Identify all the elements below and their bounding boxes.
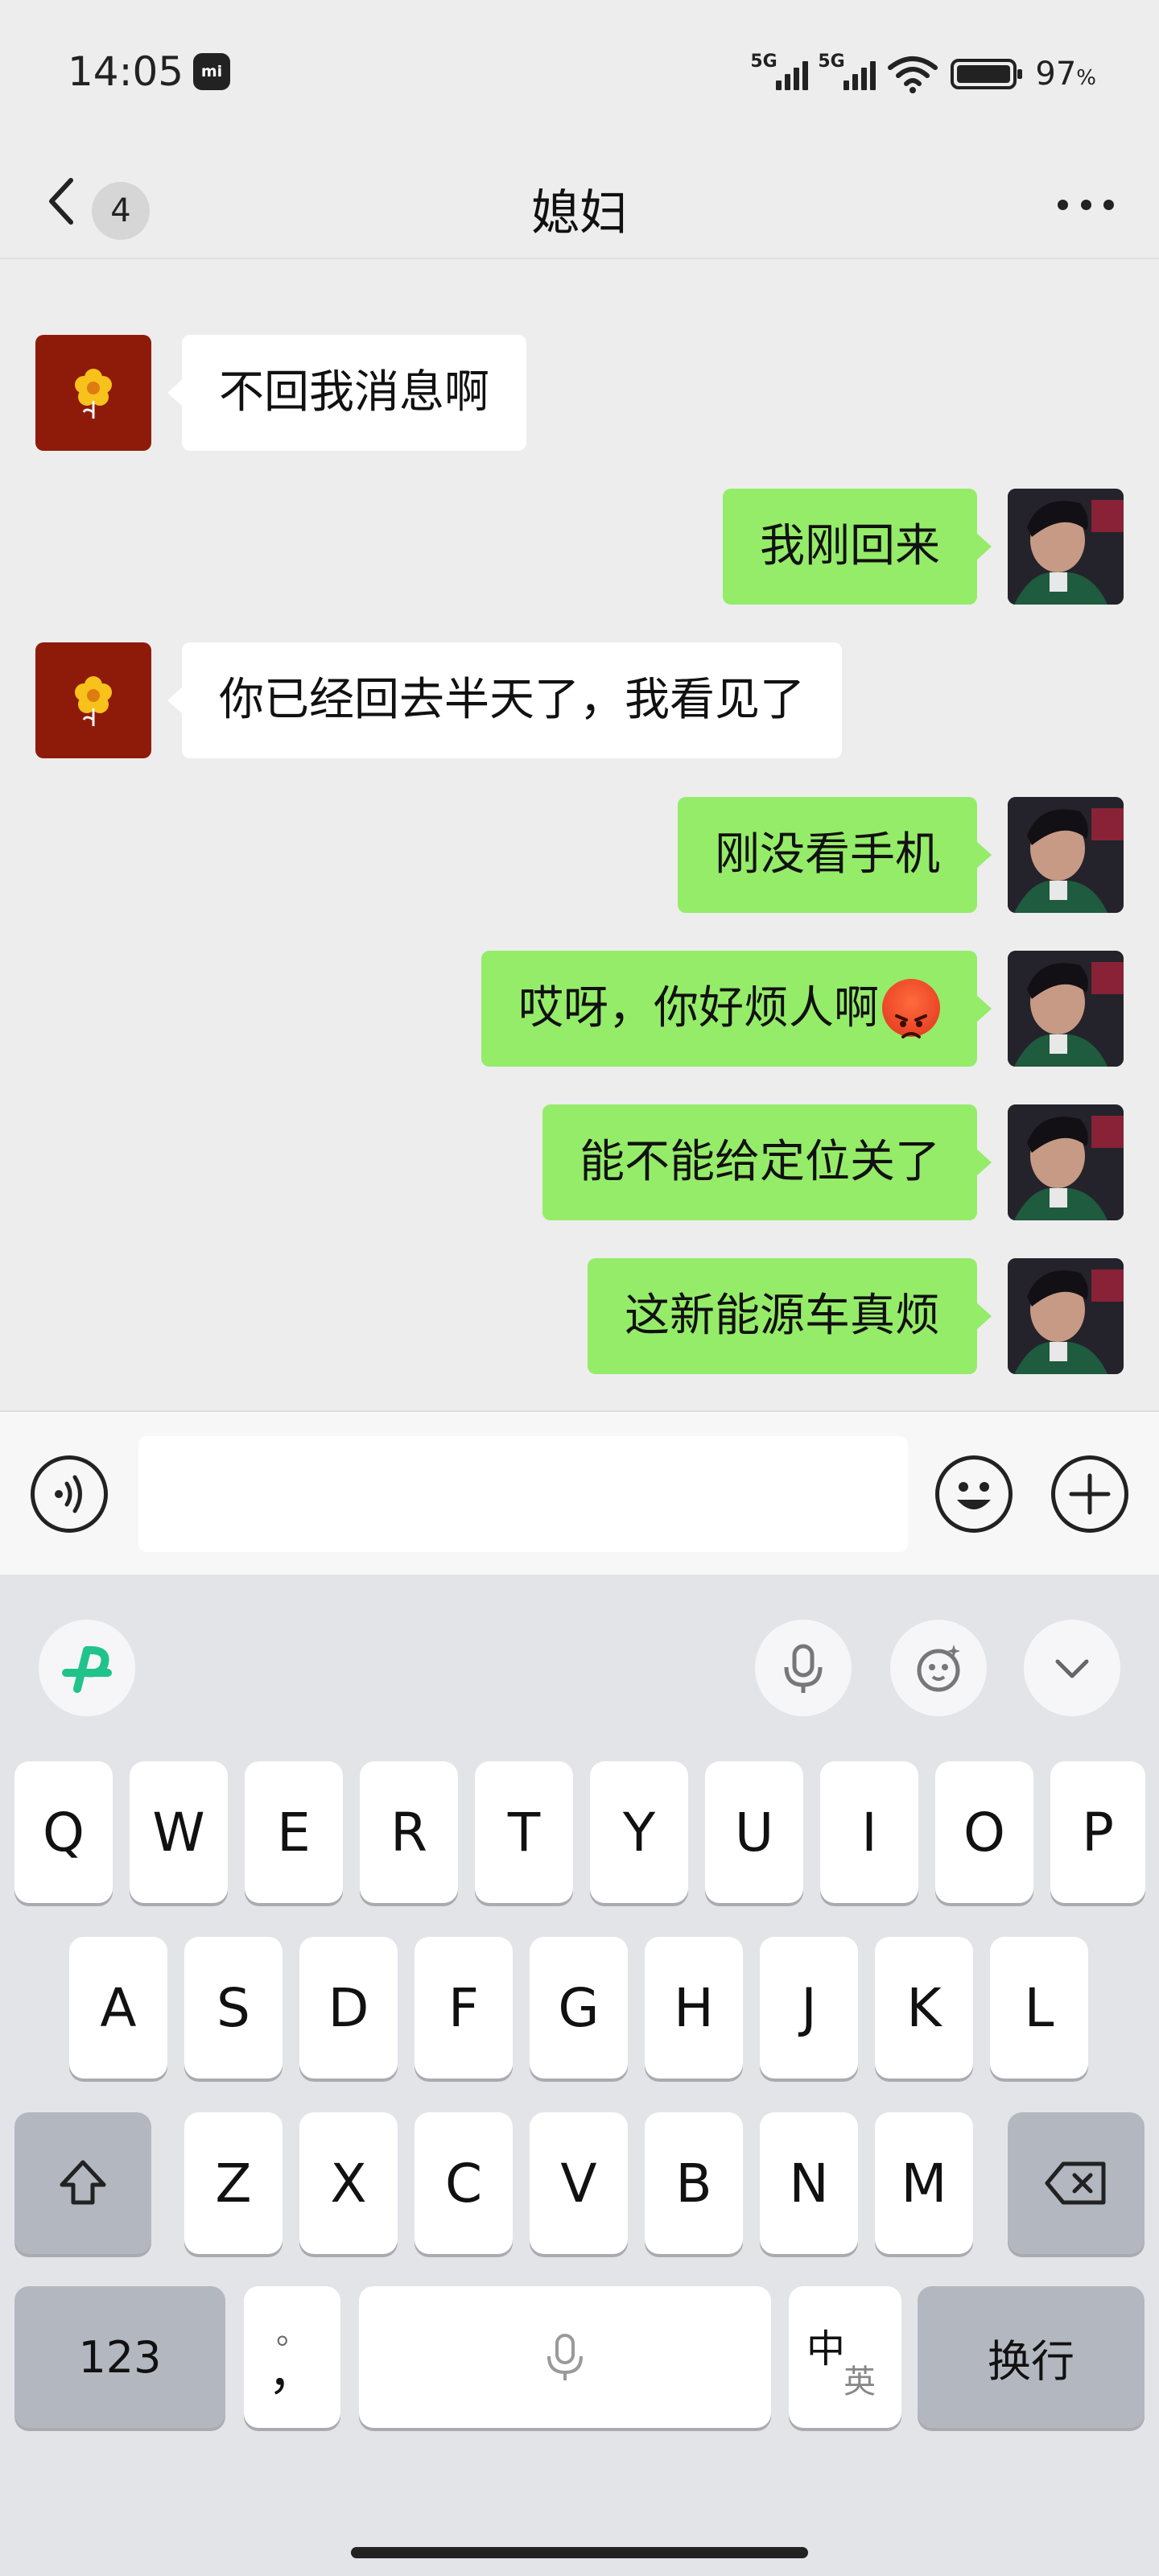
message-bubble[interactable]: 不回我消息啊 bbox=[167, 335, 526, 451]
message-list[interactable]: 不回我消息啊 我刚回来 你已经回去半天了，我看见了 刚没看手机 哎呀，你好烦人啊… bbox=[0, 258, 1159, 1409]
message-sent: 我刚回来 bbox=[0, 489, 1159, 606]
key-k[interactable]: K bbox=[875, 1937, 973, 2079]
message-received: 你已经回去半天了，我看见了 bbox=[0, 642, 1159, 760]
person-photo-icon bbox=[1008, 1104, 1124, 1220]
person-photo-icon bbox=[1008, 797, 1124, 913]
punct-top: 。 bbox=[276, 2314, 308, 2351]
key-y[interactable]: Y bbox=[590, 1761, 688, 1903]
message-text: 哎呀，你好烦人啊 bbox=[518, 982, 879, 1034]
key-h[interactable]: H bbox=[645, 1937, 743, 2079]
message-bubble[interactable]: 这新能源车真烦 bbox=[588, 1258, 992, 1374]
add-icon[interactable] bbox=[1051, 1455, 1128, 1533]
message-input[interactable] bbox=[138, 1436, 908, 1552]
more-icon[interactable] bbox=[1058, 180, 1114, 229]
key-l[interactable]: L bbox=[990, 1937, 1088, 2079]
key-q[interactable]: Q bbox=[14, 1761, 113, 1903]
shift-icon bbox=[60, 2160, 106, 2205]
emoji-icon[interactable] bbox=[935, 1455, 1013, 1533]
battery-percent-value: 97 bbox=[1035, 56, 1077, 93]
enter-key[interactable]: 换行 bbox=[918, 2286, 1145, 2428]
person-photo-icon bbox=[1008, 489, 1124, 605]
signal-label: 5G bbox=[750, 52, 777, 72]
lang-zh-label: 中 bbox=[806, 2326, 846, 2372]
contact-avatar[interactable] bbox=[35, 642, 151, 758]
battery-percent-unit: % bbox=[1076, 66, 1096, 90]
signal-5g-1-icon: 5G bbox=[750, 52, 809, 90]
key-s[interactable]: S bbox=[184, 1937, 283, 2079]
ime-logo-icon[interactable] bbox=[39, 1620, 135, 1716]
key-b[interactable]: B bbox=[645, 2112, 743, 2254]
my-avatar[interactable] bbox=[1008, 1258, 1124, 1374]
key-m[interactable]: M bbox=[875, 2112, 973, 2254]
key-r[interactable]: R bbox=[360, 1761, 458, 1903]
home-indicator[interactable] bbox=[351, 2547, 808, 2558]
key-a[interactable]: A bbox=[69, 1937, 167, 2079]
backspace-key[interactable] bbox=[1008, 2112, 1145, 2254]
message-received: 不回我消息啊 bbox=[0, 335, 1159, 452]
key-u[interactable]: U bbox=[705, 1761, 803, 1903]
key-o[interactable]: O bbox=[935, 1761, 1033, 1903]
message-bubble[interactable]: 你已经回去半天了，我看见了 bbox=[167, 642, 842, 758]
my-avatar[interactable] bbox=[1008, 951, 1124, 1067]
keyboard: Q W E R T Y U I O P A S D F G H J K L Z … bbox=[0, 1575, 1159, 2576]
wifi-icon bbox=[888, 56, 938, 93]
status-time: 14:05 bbox=[68, 48, 184, 95]
input-bar bbox=[0, 1410, 1159, 1576]
person-photo-icon bbox=[1008, 1258, 1124, 1374]
message-sent: 这新能源车真烦 bbox=[0, 1258, 1159, 1376]
my-avatar[interactable] bbox=[1008, 489, 1124, 605]
key-x[interactable]: X bbox=[299, 2112, 398, 2254]
flower-icon bbox=[75, 369, 112, 419]
voice-icon[interactable] bbox=[31, 1455, 108, 1533]
flower-icon bbox=[75, 676, 112, 726]
punct-bottom: ， bbox=[268, 2345, 316, 2401]
chat-title: 媳妇 bbox=[531, 185, 628, 242]
contact-avatar[interactable] bbox=[35, 335, 151, 451]
signal-label: 5G bbox=[818, 52, 845, 72]
battery-percent: 97% bbox=[1035, 56, 1096, 93]
my-avatar[interactable] bbox=[1008, 797, 1124, 913]
lang-en-label: 英 bbox=[843, 2363, 876, 2401]
my-avatar[interactable] bbox=[1008, 1104, 1124, 1220]
key-p[interactable]: P bbox=[1050, 1761, 1145, 1903]
key-f[interactable]: F bbox=[415, 1937, 513, 2079]
message-bubble[interactable]: 哎呀，你好烦人啊 bbox=[481, 951, 992, 1067]
sticker-icon[interactable] bbox=[890, 1620, 987, 1716]
signal-5g-2-icon: 5G bbox=[818, 52, 876, 90]
message-bubble[interactable]: 能不能给定位关了 bbox=[542, 1104, 992, 1220]
chat-header: 4 媳妇 bbox=[0, 145, 1159, 259]
space-mic-icon bbox=[547, 2334, 583, 2380]
key-c[interactable]: C bbox=[415, 2112, 513, 2254]
message-sent: 刚没看手机 bbox=[0, 797, 1159, 914]
message-bubble[interactable]: 刚没看手机 bbox=[678, 797, 992, 913]
punctuation-key[interactable]: 。 ， bbox=[244, 2286, 340, 2428]
status-icons: 5G 5G 97% bbox=[750, 50, 1096, 98]
collapse-icon[interactable] bbox=[1024, 1620, 1120, 1716]
key-j[interactable]: J bbox=[760, 1937, 858, 2079]
key-z[interactable]: Z bbox=[184, 2112, 283, 2254]
key-e[interactable]: E bbox=[245, 1761, 343, 1903]
message-bubble[interactable]: 我刚回来 bbox=[723, 489, 992, 605]
backspace-icon bbox=[1045, 2161, 1106, 2205]
mic-icon[interactable] bbox=[755, 1620, 852, 1716]
shift-key[interactable] bbox=[14, 2112, 151, 2254]
angry-face-emoji-icon bbox=[882, 978, 940, 1038]
key-d[interactable]: D bbox=[299, 1937, 398, 2079]
battery-icon bbox=[951, 59, 1023, 89]
space-key[interactable] bbox=[359, 2286, 771, 2428]
key-n[interactable]: N bbox=[760, 2112, 858, 2254]
key-v[interactable]: V bbox=[530, 2112, 628, 2254]
person-photo-icon bbox=[1008, 951, 1124, 1067]
keyboard-toolbar bbox=[0, 1575, 1159, 1728]
key-g[interactable]: G bbox=[530, 1937, 628, 2079]
key-t[interactable]: T bbox=[475, 1761, 573, 1903]
mi-notification-icon: mi bbox=[193, 53, 230, 90]
message-sent: 能不能给定位关了 bbox=[0, 1104, 1159, 1222]
numbers-key[interactable]: 123 bbox=[14, 2286, 225, 2428]
language-switch-key[interactable]: 中 英 bbox=[789, 2286, 901, 2428]
key-w[interactable]: W bbox=[130, 1761, 228, 1903]
key-i[interactable]: I bbox=[820, 1761, 918, 1903]
status-bar: 14:05 mi 5G 5G 97% bbox=[0, 0, 1159, 145]
message-sent: 哎呀，你好烦人啊 bbox=[0, 951, 1159, 1068]
